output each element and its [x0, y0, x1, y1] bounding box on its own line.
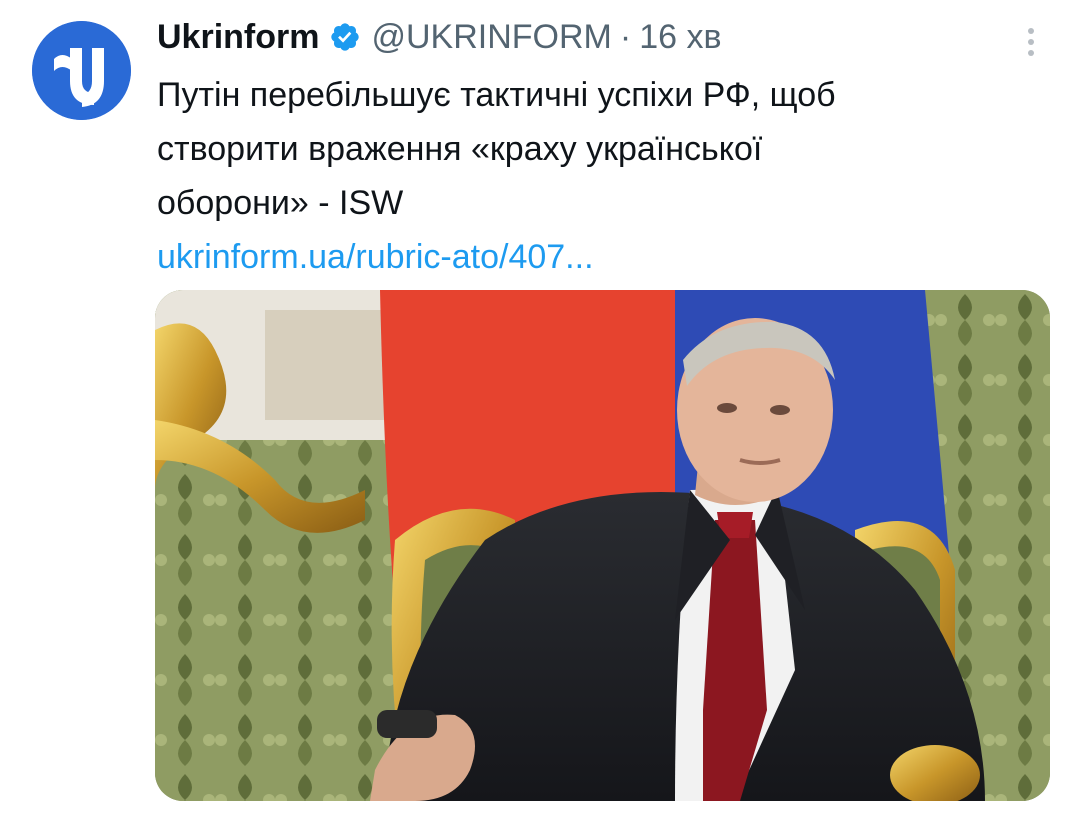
verified-badge-icon [329, 21, 361, 53]
display-name[interactable]: Ukrinform [157, 18, 319, 57]
tweet[interactable]: Ukrinform @UKRINFORM · 16 хв Путін переб… [0, 0, 1080, 818]
more-vertical-icon [1017, 22, 1045, 62]
timestamp[interactable]: 16 хв [639, 18, 721, 57]
tweet-text: Путін перебільшує тактичні успіхи РФ, що… [157, 68, 1017, 284]
more-button[interactable] [1017, 22, 1045, 62]
ukrinform-logo-icon [32, 21, 131, 120]
tweet-text-line: оборони» - ISW [157, 184, 404, 222]
tweet-image[interactable] [155, 290, 1050, 801]
user-handle[interactable]: @UKRINFORM [371, 18, 611, 57]
tweet-header: Ukrinform @UKRINFORM · 16 хв [157, 12, 722, 62]
tweet-text-line: створити враження «краху української [157, 130, 763, 168]
article-link[interactable]: ukrinform.ua/rubric-ato/407... [157, 230, 1017, 284]
separator-dot: · [619, 17, 632, 56]
photo-illustration [155, 290, 1050, 801]
tweet-text-line: Путін перебільшує тактичні успіхи РФ, що… [157, 76, 836, 114]
avatar[interactable] [32, 21, 131, 120]
